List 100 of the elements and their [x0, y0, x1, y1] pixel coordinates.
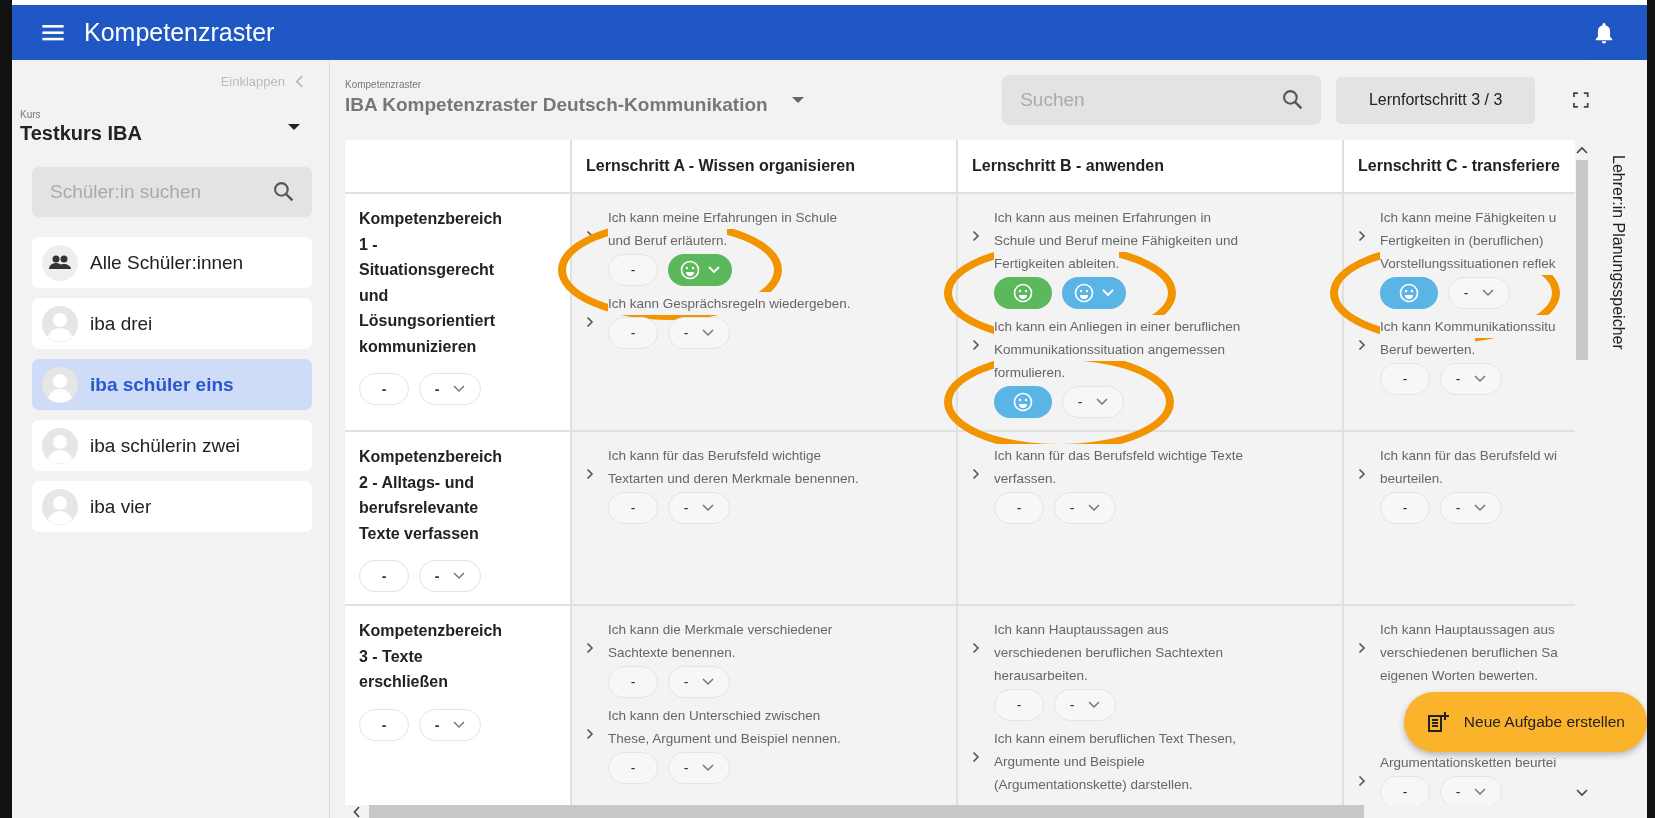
chevron-down-icon	[1474, 788, 1487, 796]
rating-pill[interactable]: -	[1054, 689, 1116, 721]
rating-pill[interactable]: -	[608, 492, 658, 524]
smiley-icon	[1013, 283, 1033, 303]
chevron-down-icon	[453, 720, 466, 729]
chevron-right-icon[interactable]	[1358, 230, 1366, 242]
grid-title: IBA Kompetenzraster Deutsch-Kommunikation	[345, 93, 768, 116]
student-item[interactable]: iba schüler eins	[32, 359, 312, 410]
progress-button[interactable]: Lernfortschritt 3 / 3	[1335, 76, 1536, 124]
chevron-right-icon[interactable]	[972, 230, 980, 242]
rating-pill[interactable]: -	[1448, 277, 1510, 309]
rating-pill[interactable]: -	[608, 666, 658, 698]
avatar-icon	[42, 305, 78, 342]
competence-text: Ich kann Gesprächsregeln wiedergeben.	[608, 292, 851, 315]
chevron-down-icon	[702, 329, 715, 337]
student-item[interactable]: iba drei	[32, 298, 312, 349]
rating-pill[interactable]: -	[359, 708, 409, 741]
competence-text: Ich kann aus meinen Erfahrungen in Schule und Beruf meine Fähigkeiten und Fertigkeiten ableiten.	[994, 206, 1238, 275]
row-header: Kompetenzbereich 2 - Alltags- und berufsrelevante Texte verfassen	[359, 447, 504, 544]
chevron-right-icon[interactable]	[1358, 642, 1366, 654]
rating-pill[interactable]: -	[668, 666, 730, 698]
rating-pill[interactable]: -	[1440, 492, 1502, 524]
rating-pill[interactable]: -	[419, 373, 481, 405]
chevron-right-icon[interactable]	[972, 642, 980, 654]
chevron-down-icon	[702, 764, 715, 772]
rating-pill[interactable]: -	[1440, 776, 1502, 805]
rating-pill[interactable]: -	[419, 560, 481, 592]
chevron-right-icon[interactable]	[1358, 468, 1366, 480]
chevron-right-icon[interactable]	[972, 468, 980, 480]
column-header: Lernschritt B - anwenden	[972, 157, 1165, 175]
chevron-down-icon	[702, 678, 715, 686]
breadcrumb: Kompetenzraster	[345, 78, 423, 90]
chevron-right-icon[interactable]	[1358, 339, 1366, 351]
rating-pill[interactable]: -	[1380, 492, 1430, 524]
menu-icon[interactable]	[42, 24, 64, 41]
bell-icon[interactable]	[1595, 21, 1613, 44]
smiley-icon	[680, 260, 700, 280]
rating-pill[interactable]: -	[359, 560, 409, 592]
chevron-down-icon	[1102, 289, 1114, 297]
chevron-down-icon	[1474, 504, 1487, 512]
rating-pill[interactable]: -	[668, 317, 730, 349]
rating-pill[interactable]: -	[668, 752, 730, 784]
competence-text: Ich kann meine Fähigkeiten u Fertigkeiten in (beruflichen) Vorstellungssituationen reflek	[1380, 206, 1557, 275]
chevron-right-icon[interactable]	[586, 468, 594, 480]
avatar-icon	[42, 366, 78, 403]
rating-pill[interactable]: -	[608, 317, 658, 349]
chevron-down-icon	[1088, 701, 1101, 709]
group-icon	[42, 244, 78, 281]
rating-pill[interactable]: -	[994, 492, 1044, 524]
student-item[interactable]: iba schülerin zwei	[32, 420, 312, 471]
rating-pill[interactable]: -	[608, 254, 658, 286]
chevron-right-icon[interactable]	[586, 642, 594, 654]
course-select[interactable]: Kurs Testkurs IBA	[20, 109, 312, 145]
rating-pill[interactable]: -	[1380, 776, 1430, 805]
chevron-left-icon[interactable]	[353, 805, 361, 818]
search-field[interactable]: Suchen	[1002, 75, 1321, 125]
chevron-down-icon	[702, 504, 715, 512]
search-icon	[273, 181, 294, 202]
side-panel-label: Lehrer:in Planungsspeicher	[1609, 155, 1627, 350]
scrollbar-thumb[interactable]	[369, 805, 1364, 818]
avatar-icon	[42, 488, 78, 525]
chevron-down-icon[interactable]	[1576, 789, 1588, 797]
rating-pill[interactable]: -	[359, 373, 409, 405]
course-name: Testkurs IBA	[20, 122, 143, 145]
note-add-icon	[1425, 710, 1450, 734]
rating-pill[interactable]: -	[994, 689, 1044, 721]
new-task-button[interactable]: Neue Aufgabe erstellen	[1403, 692, 1647, 752]
student-item[interactable]: iba vier	[32, 481, 312, 532]
competence-text: Ich kann einem beruflichen Text Thesen, Argumente und Beispiele (Argumentationskette) darstellen.	[994, 727, 1236, 796]
chevron-right-icon[interactable]	[1358, 775, 1366, 787]
column-header: Lernschritt C - transferiere	[1358, 157, 1560, 175]
student-item[interactable]: Alle Schüler:innen	[32, 237, 312, 288]
competence-text: Ich kann Hauptaussagen aus verschiedenen beruflichen Sachtexten herausarbeiten.	[994, 618, 1223, 687]
search-field[interactable]: Schüler:in suchen	[32, 167, 312, 217]
chevron-down-icon	[453, 572, 466, 580]
scrollbar-thumb[interactable]	[1576, 160, 1588, 360]
smiley-icon	[1013, 392, 1033, 412]
competence-text: Ich kann Hauptaussagen aus verschiedenen beruflichen Sa eigenen Worten bewerten.	[1380, 618, 1558, 687]
rating-pill[interactable]: -	[1054, 492, 1116, 524]
caret-icon	[288, 124, 300, 130]
rating-pill[interactable]: -	[1380, 363, 1430, 395]
student-name: iba schüler eins	[90, 373, 234, 396]
chevron-right-icon[interactable]	[586, 316, 594, 328]
caret-icon[interactable]	[791, 96, 804, 103]
rating-pill[interactable]: -	[608, 752, 658, 784]
chevron-down-icon	[1096, 398, 1109, 406]
chevron-up-icon[interactable]	[1576, 146, 1588, 154]
fullscreen-icon[interactable]	[1573, 92, 1589, 108]
chevron-down-icon	[1088, 504, 1101, 512]
chevron-right-icon[interactable]	[586, 728, 594, 740]
student-name: iba drei	[90, 312, 153, 335]
chevron-down-icon	[1474, 375, 1487, 383]
smiley-icon	[1399, 283, 1419, 303]
chevron-down-icon	[453, 385, 466, 393]
chevron-right-icon[interactable]	[972, 339, 980, 351]
rating-pill[interactable]: -	[419, 708, 481, 741]
rating-pill[interactable]: -	[1062, 386, 1124, 418]
rating-pill[interactable]: -	[1440, 363, 1502, 395]
chevron-right-icon[interactable]	[972, 751, 980, 763]
rating-pill[interactable]: -	[668, 492, 730, 524]
